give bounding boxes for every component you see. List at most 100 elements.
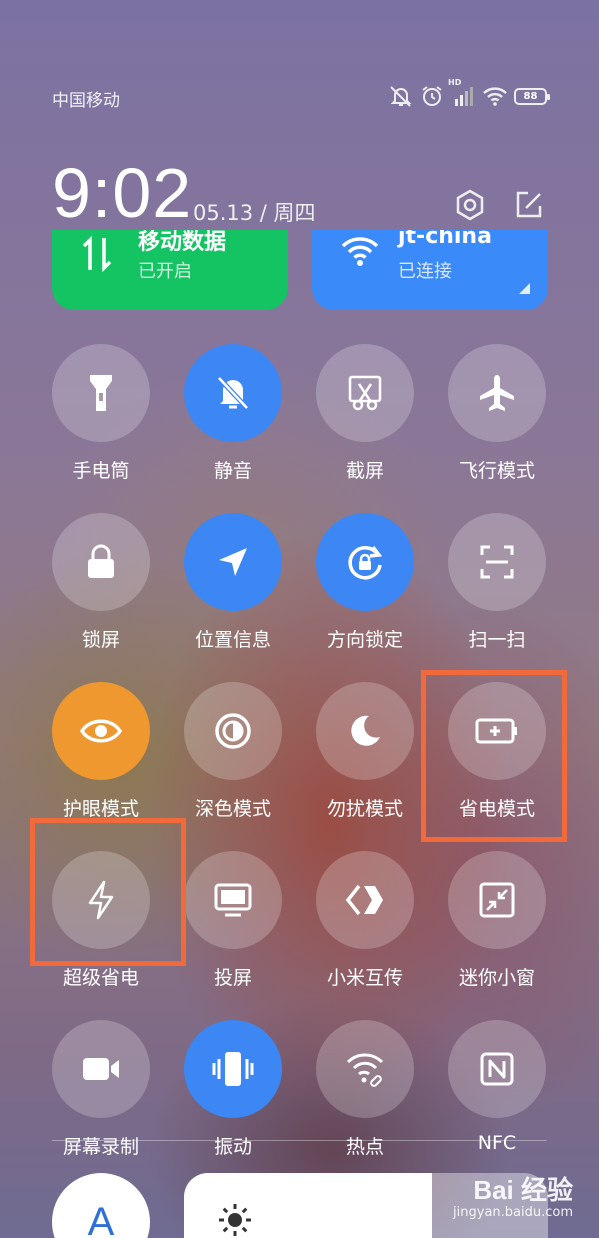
highlight-box-ultra-saver — [30, 818, 186, 966]
settings-button[interactable] — [453, 188, 487, 222]
mobile-data-tile[interactable]: 移动数据 已开启 — [52, 230, 288, 310]
flashlight-button[interactable] — [52, 344, 150, 442]
scan-button[interactable] — [448, 513, 546, 611]
tile-label: 截屏 — [345, 460, 384, 482]
wifi-network-name: jt-china — [398, 230, 492, 249]
tile-nfc[interactable]: NFC — [437, 1020, 557, 1154]
vibrate-button[interactable] — [184, 1020, 282, 1118]
tile-label: 振动 — [213, 1136, 252, 1158]
tile-label: 迷你小窗 — [458, 967, 535, 989]
location-button[interactable] — [184, 513, 282, 611]
scissors-icon — [348, 375, 382, 411]
tile-vibrate[interactable]: 振动 — [173, 1020, 293, 1159]
mini-window-icon — [479, 882, 515, 918]
screen-record-button[interactable] — [52, 1020, 150, 1118]
tile-label: 位置信息 — [194, 629, 271, 651]
tile-airplane[interactable]: 飞行模式 — [437, 344, 557, 483]
mobile-data-status: 已开启 — [138, 261, 192, 282]
rotation-lock-button[interactable] — [316, 513, 414, 611]
lock-button[interactable] — [52, 513, 150, 611]
data-transfer-icon — [80, 234, 114, 278]
mute-icon — [388, 84, 414, 108]
scan-icon — [480, 545, 514, 579]
tile-dnd[interactable]: 勿扰模式 — [305, 682, 425, 821]
sun-icon — [218, 1203, 252, 1238]
tile-label: NFC — [477, 1132, 517, 1154]
wifi-status: 已连接 — [398, 261, 452, 282]
alarm-icon — [420, 84, 444, 108]
tile-label: 深色模式 — [194, 798, 271, 820]
nfc-button[interactable] — [448, 1020, 546, 1118]
wifi-tile[interactable]: jt-china 已连接 — [312, 230, 548, 310]
bell-off-icon — [217, 376, 249, 410]
tile-label: 静音 — [213, 460, 252, 482]
tile-label: 手电筒 — [72, 460, 130, 482]
carrier-label: 中国移动 — [52, 91, 120, 111]
monitor-icon — [214, 883, 252, 917]
airplane-icon — [480, 375, 514, 411]
hotspot-icon — [346, 1053, 384, 1087]
tile-cast[interactable]: 投屏 — [173, 851, 293, 990]
tile-eyecare[interactable]: 护眼模式 — [41, 682, 161, 821]
moon-icon — [351, 715, 380, 746]
tile-lock[interactable]: 锁屏 — [41, 513, 161, 652]
tile-rotation[interactable]: 方向锁定 — [305, 513, 425, 652]
tile-scan[interactable]: 扫一扫 — [437, 513, 557, 652]
battery-icon: 88 — [514, 87, 550, 105]
clock: 9:02 — [52, 154, 193, 232]
mi-share-icon — [345, 884, 383, 916]
nfc-icon — [480, 1052, 514, 1086]
tile-label: 热点 — [345, 1136, 384, 1158]
video-camera-icon — [83, 1058, 119, 1080]
tile-darkmode[interactable]: 深色模式 — [173, 682, 293, 821]
watermark-url: jingyan.baidu.com — [453, 1205, 573, 1220]
mute-button[interactable] — [184, 344, 282, 442]
highlight-box-battery-saver — [421, 670, 567, 842]
tile-label: 扫一扫 — [468, 629, 526, 651]
signal-icon: HD — [448, 78, 476, 108]
status-icons: HD 88 — [388, 78, 550, 108]
watermark-logo: Bai 经验 — [473, 1175, 573, 1205]
airplane-button[interactable] — [448, 344, 546, 442]
vibrate-icon — [212, 1052, 254, 1086]
divider — [52, 1140, 547, 1141]
mini-window-button[interactable] — [448, 851, 546, 949]
tile-label: 投屏 — [213, 967, 252, 989]
tile-label: 超级省电 — [62, 967, 139, 989]
watermark: Bai 经验 jingyan.baidu.com — [453, 1170, 573, 1220]
eye-icon — [80, 719, 122, 743]
tile-label: 小米互传 — [326, 967, 403, 989]
tile-flashlight[interactable]: 手电筒 — [41, 344, 161, 483]
expand-corner-icon[interactable] — [519, 283, 530, 294]
tile-screenshot[interactable]: 截屏 — [305, 344, 425, 483]
tile-label: 方向锁定 — [326, 629, 403, 651]
tile-mini-window[interactable]: 迷你小窗 — [437, 851, 557, 990]
mobile-data-title: 移动数据 — [138, 230, 227, 255]
tile-screen-record[interactable]: 屏幕录制 — [41, 1020, 161, 1159]
tile-hotspot[interactable]: 热点 — [305, 1020, 425, 1159]
cast-button[interactable] — [184, 851, 282, 949]
tile-location[interactable]: 位置信息 — [173, 513, 293, 652]
screenshot-button[interactable] — [316, 344, 414, 442]
hotspot-button[interactable] — [316, 1020, 414, 1118]
auto-brightness-button[interactable]: A — [52, 1173, 150, 1238]
tile-mute[interactable]: 静音 — [173, 344, 293, 483]
settings-icon — [456, 189, 484, 221]
darkmode-button[interactable] — [184, 682, 282, 780]
edit-button[interactable] — [512, 188, 546, 222]
mi-share-button[interactable] — [316, 851, 414, 949]
tile-label: 锁屏 — [81, 629, 120, 651]
contrast-icon — [215, 713, 251, 749]
tile-mi-share[interactable]: 小米互传 — [305, 851, 425, 990]
status-bar: 中国移动 HD 88 — [52, 78, 550, 111]
wifi-icon — [340, 234, 380, 274]
eyecare-button[interactable] — [52, 682, 150, 780]
tile-label: 护眼模式 — [62, 798, 139, 820]
lock-icon — [88, 544, 114, 578]
dnd-button[interactable] — [316, 682, 414, 780]
tile-label: 勿扰模式 — [326, 798, 403, 820]
network-badge: HD — [448, 78, 462, 87]
rotation-lock-icon — [348, 545, 383, 580]
location-arrow-icon — [219, 548, 247, 576]
tile-label: 屏幕录制 — [62, 1136, 139, 1158]
